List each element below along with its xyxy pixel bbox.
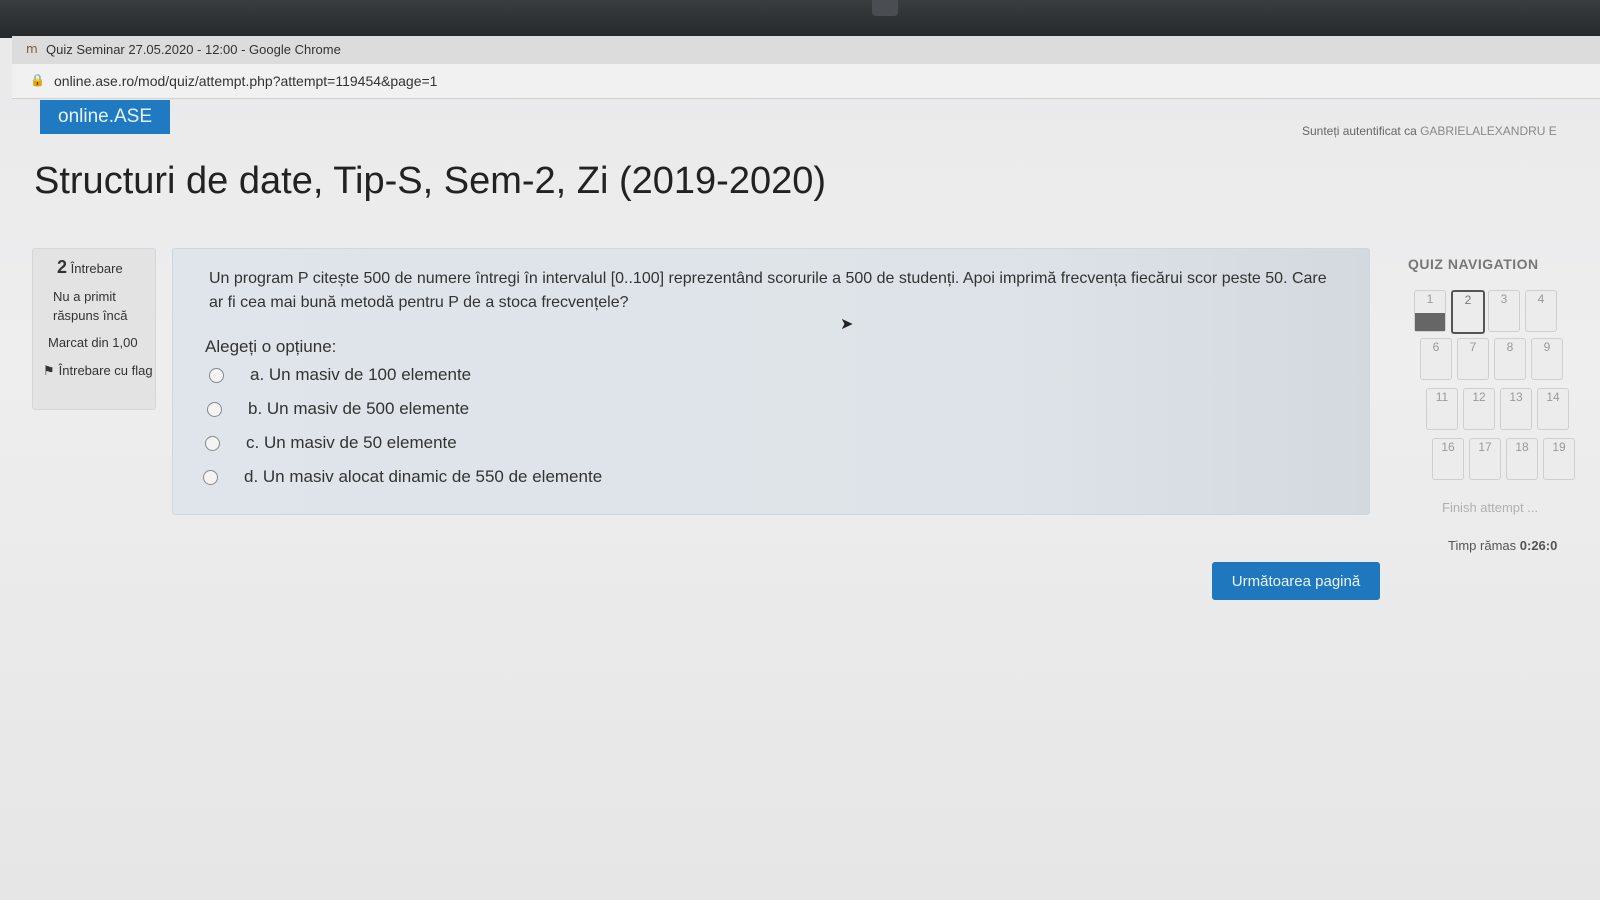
question-number-value: 2 xyxy=(57,257,68,277)
moodle-icon: m xyxy=(26,42,38,56)
finish-attempt-link[interactable]: Finish attempt ... xyxy=(1442,500,1538,515)
quiz-nav-button[interactable]: 6 xyxy=(1420,338,1452,380)
radio-button[interactable] xyxy=(207,401,222,417)
question-content: Un program P citește 500 de numere între… xyxy=(172,248,1370,515)
option-label: a. Un masiv de 100 elemente xyxy=(250,365,472,384)
radio-button[interactable] xyxy=(205,435,220,451)
quiz-nav-button[interactable]: 4 xyxy=(1525,290,1557,332)
quiz-navigation-title: QUIZ NAVIGATION xyxy=(1408,256,1539,272)
quiz-nav-button[interactable]: 17 xyxy=(1469,438,1501,480)
brand-logo[interactable]: online.ASE xyxy=(40,100,171,134)
quiz-nav-button[interactable]: 7 xyxy=(1457,338,1489,380)
question-text: Un program P citește 500 de numere între… xyxy=(209,270,1327,311)
mouse-pointer-icon: ➤ xyxy=(840,314,854,333)
login-info: Sunteți autentificat ca GABRIELALEXANDRU… xyxy=(1302,124,1557,138)
option-label: b. Un masiv de 500 elemente xyxy=(248,399,470,418)
radio-button[interactable] xyxy=(209,367,224,383)
quiz-nav-button[interactable]: 14 xyxy=(1537,388,1569,430)
window-title: Quiz Seminar 27.05.2020 - 12:00 - Google… xyxy=(46,42,341,57)
question-info-panel: 2 Întrebare Nu a primit răspuns încă Mar… xyxy=(32,248,156,410)
flag-question-toggle[interactable]: ⚑ Întrebare cu flag xyxy=(43,361,153,382)
address-bar[interactable]: 🔒 online.ase.ro/mod/quiz/attempt.php?att… xyxy=(12,64,1600,99)
page-title: Structuri de date, Tip-S, Sem-2, Zi (201… xyxy=(34,160,827,202)
page-content: online.ASE Sunteți autentificat ca GABRI… xyxy=(12,98,1600,900)
quiz-nav-button[interactable]: 16 xyxy=(1432,438,1464,480)
question-number-label: Întrebare xyxy=(70,261,123,276)
flag-label: Întrebare cu flag xyxy=(58,363,153,378)
monitor-bezel xyxy=(0,0,1600,38)
timer-value: 0:26:0 xyxy=(1519,538,1558,553)
quiz-timer: Timp rămas 0:26:0 xyxy=(1448,538,1557,553)
quiz-nav-button-current[interactable]: 2 xyxy=(1451,290,1485,334)
answer-option-c[interactable]: c. Un masiv de 50 elemente xyxy=(205,431,457,455)
option-label: d. Un masiv alocat dinamic de 550 de ele… xyxy=(244,467,603,486)
quiz-nav-button[interactable]: 9 xyxy=(1531,338,1563,380)
user-name-link[interactable]: GABRIELALEXANDRU E xyxy=(1420,124,1557,138)
quiz-nav-button[interactable]: 12 xyxy=(1463,388,1495,430)
quiz-nav-button[interactable]: 19 xyxy=(1543,438,1575,480)
url-text[interactable]: online.ase.ro/mod/quiz/attempt.php?attem… xyxy=(54,73,437,89)
flag-icon: ⚑ xyxy=(43,364,55,379)
quiz-nav-button[interactable]: 8 xyxy=(1494,338,1526,380)
question-grade: Marcat din 1,00 xyxy=(48,335,138,350)
quiz-nav-button[interactable]: 18 xyxy=(1506,438,1538,480)
answer-prompt: Alegeți o opțiune: xyxy=(205,337,337,356)
quiz-nav-button[interactable]: 3 xyxy=(1488,290,1520,332)
next-page-button[interactable]: Următoarea pagină xyxy=(1212,562,1380,600)
quiz-nav-button[interactable]: 13 xyxy=(1500,388,1532,430)
answer-option-d[interactable]: d. Un masiv alocat dinamic de 550 de ele… xyxy=(203,465,602,489)
lock-icon: 🔒 xyxy=(30,73,45,87)
browser-title-bar: m Quiz Seminar 27.05.2020 - 12:00 - Goog… xyxy=(12,36,1600,65)
quiz-nav-button[interactable]: 11 xyxy=(1426,388,1458,430)
radio-button[interactable] xyxy=(203,469,218,485)
answer-option-a[interactable]: a. Un masiv de 100 elemente xyxy=(209,363,471,387)
question-number: 2 Întrebare xyxy=(57,257,123,278)
login-label: Sunteți autentificat ca xyxy=(1302,124,1417,138)
question-state: Nu a primit răspuns încă xyxy=(53,289,128,323)
option-label: c. Un masiv de 50 elemente xyxy=(246,433,457,452)
webcam xyxy=(872,0,898,16)
quiz-nav-button[interactable]: 1 xyxy=(1414,290,1446,332)
answer-option-b[interactable]: b. Un masiv de 500 elemente xyxy=(207,397,469,421)
timer-label: Timp rămas xyxy=(1448,538,1517,553)
